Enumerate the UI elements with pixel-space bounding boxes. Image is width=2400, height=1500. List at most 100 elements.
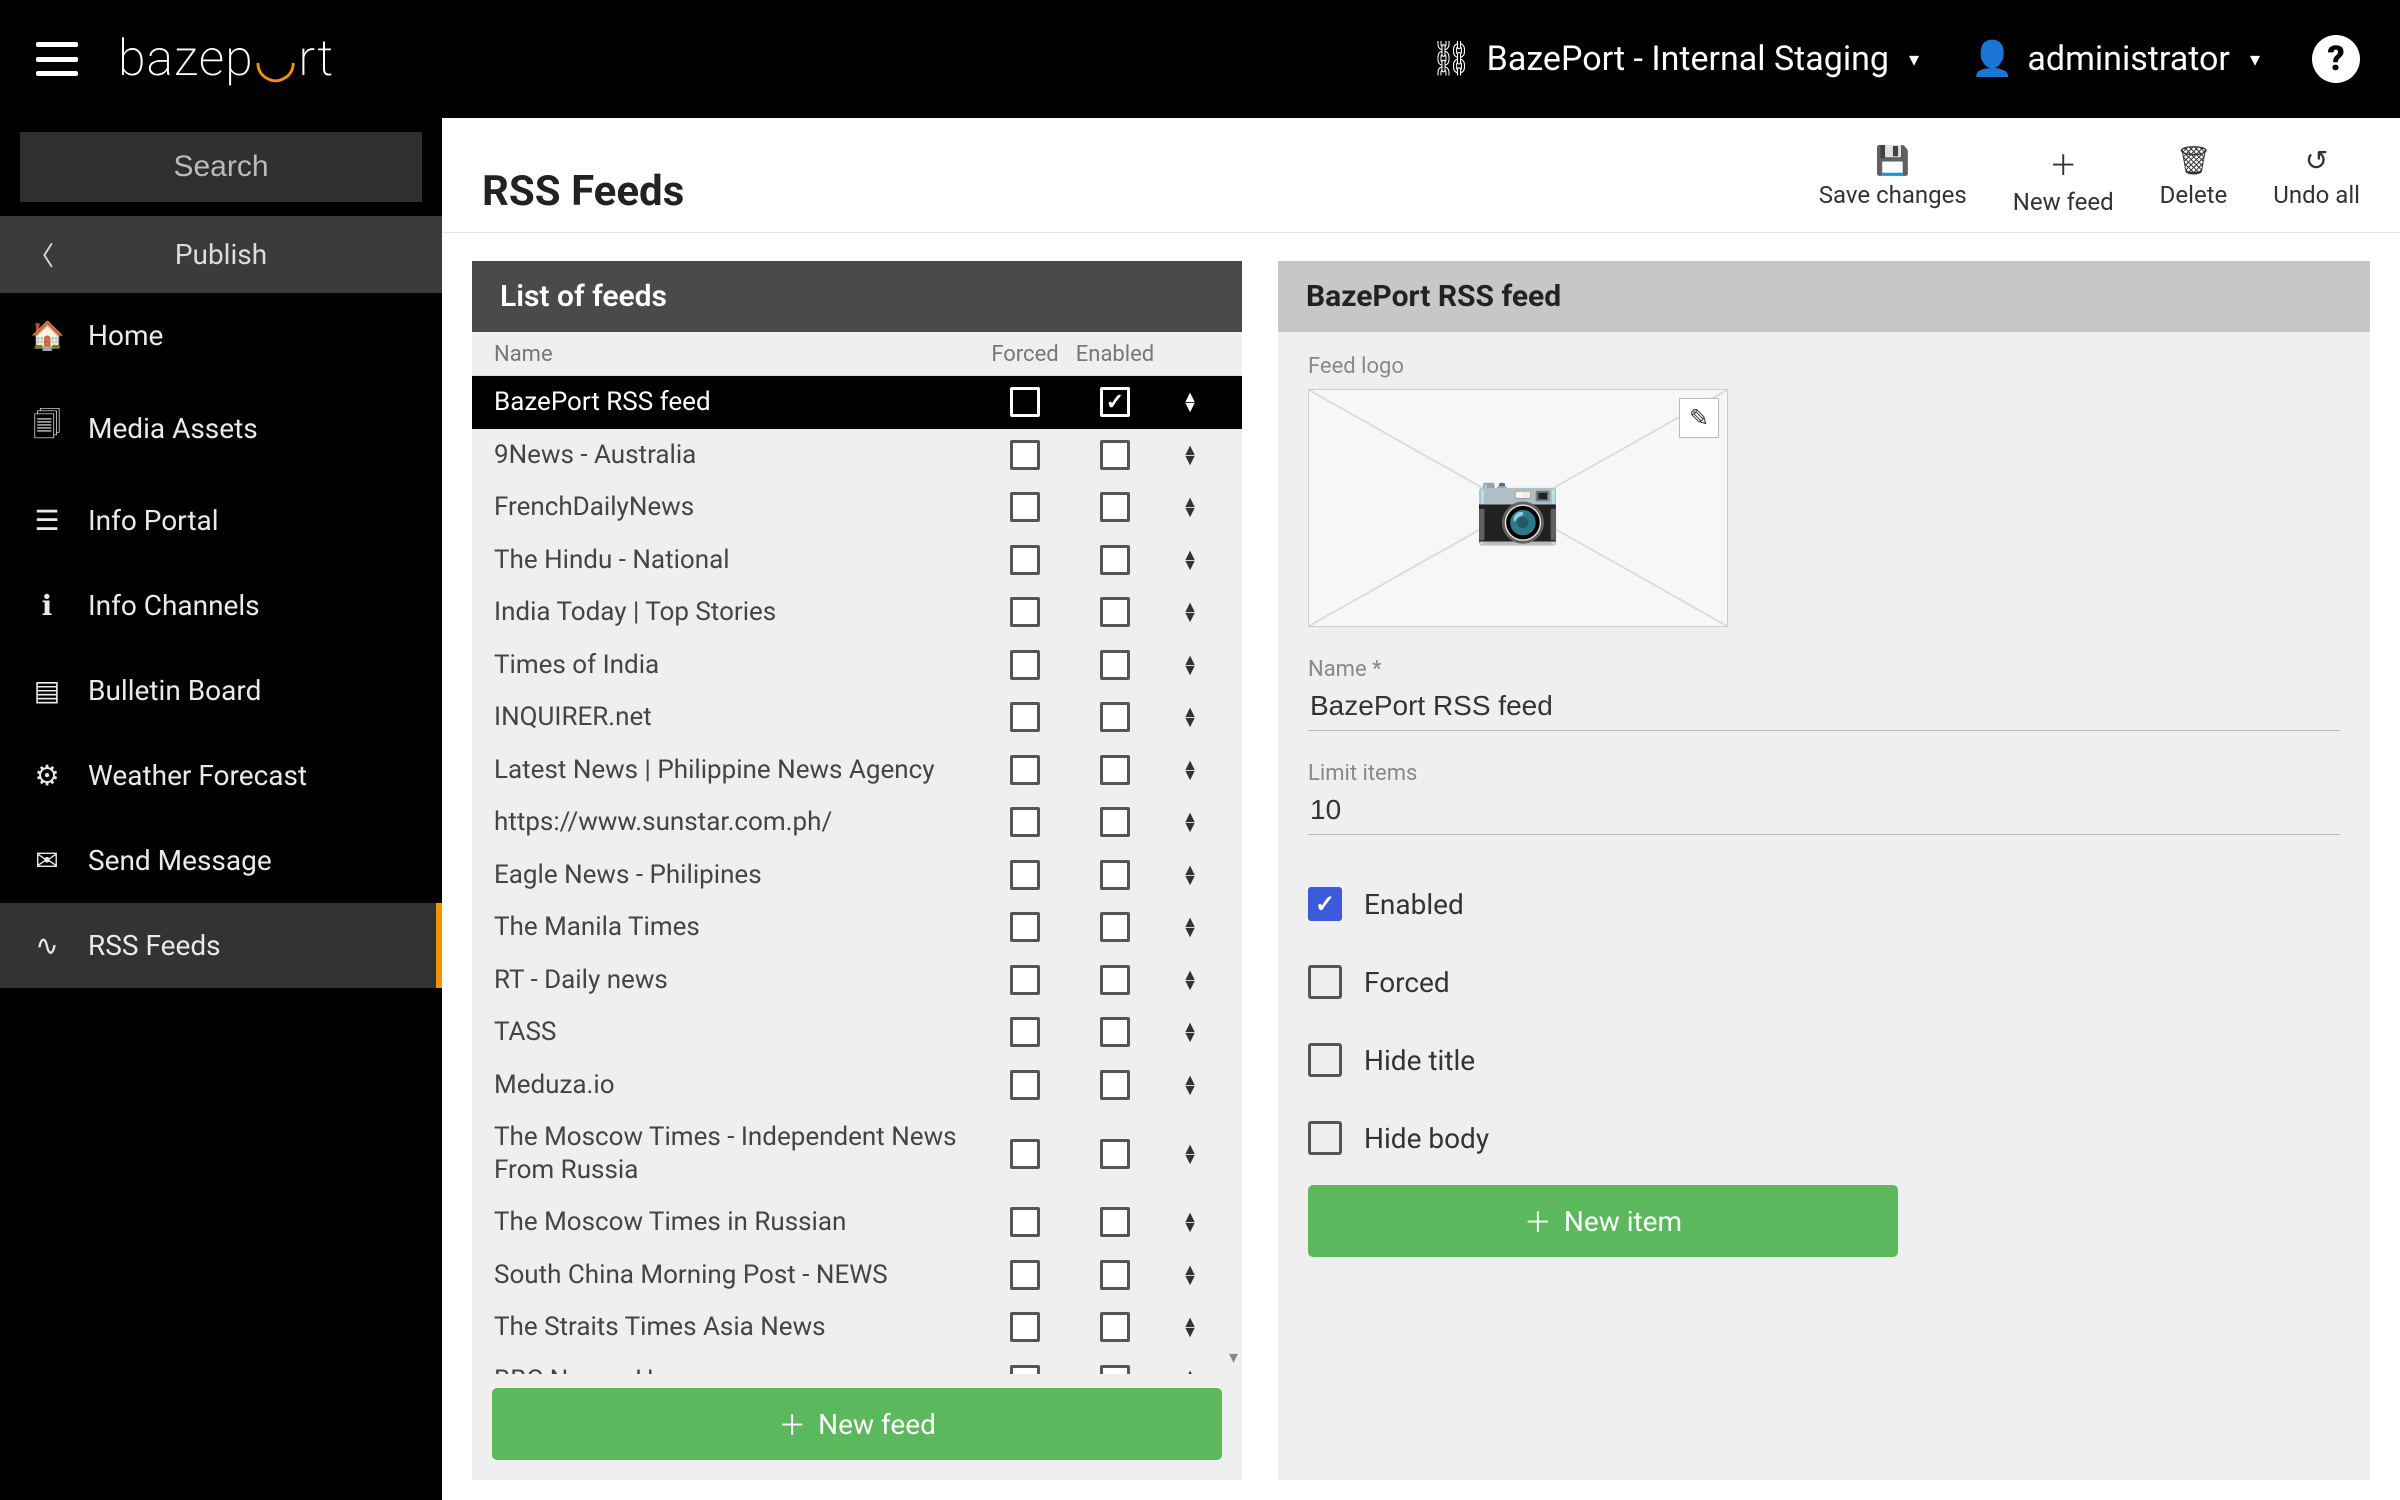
drag-handle-icon[interactable]: ▲▼ — [1160, 1075, 1220, 1095]
drag-handle-icon[interactable]: ▲▼ — [1160, 655, 1220, 675]
edit-logo-button[interactable]: ✎ — [1679, 398, 1719, 438]
forced-checkbox[interactable] — [1010, 387, 1040, 417]
feed-row[interactable]: TASS▲▼ — [472, 1006, 1242, 1059]
undo-all-button[interactable]: ↺ Undo all — [2273, 144, 2360, 216]
enabled-checkbox[interactable] — [1100, 912, 1130, 942]
enabled-checkbox[interactable] — [1308, 887, 1342, 921]
drag-handle-icon[interactable]: ▲▼ — [1160, 917, 1220, 937]
feed-row[interactable]: South China Morning Post - NEWS▲▼ — [472, 1249, 1242, 1302]
forced-checkbox[interactable] — [1010, 1260, 1040, 1290]
forced-checkbox[interactable] — [1010, 702, 1040, 732]
drag-handle-icon[interactable]: ▲▼ — [1160, 1144, 1220, 1164]
drag-handle-icon[interactable]: ▲▼ — [1160, 707, 1220, 727]
feed-row[interactable]: FrenchDailyNews▲▼ — [472, 481, 1242, 534]
enabled-checkbox[interactable] — [1100, 807, 1130, 837]
enabled-checkbox[interactable] — [1100, 440, 1130, 470]
forced-checkbox[interactable] — [1010, 545, 1040, 575]
forced-checkbox[interactable] — [1010, 755, 1040, 785]
enabled-checkbox[interactable] — [1100, 1017, 1130, 1047]
feed-row[interactable]: INQUIRER.net▲▼ — [472, 691, 1242, 744]
search-input[interactable] — [20, 132, 422, 202]
site-switcher[interactable]: ⛓ BazePort - Internal Staging ▾ — [1429, 39, 1919, 79]
feed-row[interactable]: Latest News | Philippine News Agency▲▼ — [472, 744, 1242, 797]
limit-field[interactable] — [1308, 786, 2340, 835]
feed-row[interactable]: Meduza.io▲▼ — [472, 1059, 1242, 1112]
feed-row[interactable]: Times of India▲▼ — [472, 639, 1242, 692]
hide-body-checkbox[interactable] — [1308, 1121, 1342, 1155]
enabled-checkbox[interactable] — [1100, 387, 1130, 417]
drag-handle-icon[interactable]: ▲▼ — [1160, 865, 1220, 885]
save-button[interactable]: 💾 Save changes — [1819, 144, 1967, 216]
drag-handle-icon[interactable]: ▲▼ — [1160, 1317, 1220, 1337]
feeds-scroll[interactable]: BazePort RSS feed▲▼9News - Australia▲▼Fr… — [472, 376, 1242, 1374]
forced-checkbox[interactable] — [1010, 912, 1040, 942]
feed-row[interactable]: RT - Daily news▲▼ — [472, 954, 1242, 1007]
sidebar-item-bulletin-board[interactable]: ▤Bulletin Board — [0, 648, 442, 733]
enabled-checkbox[interactable] — [1100, 650, 1130, 680]
forced-checkbox[interactable] — [1010, 1017, 1040, 1047]
feed-row[interactable]: https://www.sunstar.com.ph/▲▼ — [472, 796, 1242, 849]
forced-checkbox[interactable] — [1010, 597, 1040, 627]
enabled-checkbox[interactable] — [1100, 1312, 1130, 1342]
drag-handle-icon[interactable]: ▲▼ — [1160, 1370, 1220, 1374]
user-menu[interactable]: 👤 administrator ▾ — [1971, 39, 2260, 79]
forced-checkbox[interactable] — [1010, 650, 1040, 680]
enabled-checkbox[interactable] — [1100, 965, 1130, 995]
enabled-checkbox[interactable] — [1100, 1207, 1130, 1237]
new-item-button[interactable]: ＋ New item — [1308, 1185, 1898, 1257]
feed-row[interactable]: The Hindu - National▲▼ — [472, 534, 1242, 587]
enabled-checkbox[interactable] — [1100, 860, 1130, 890]
sidebar-item-media-assets[interactable]: 🗐Media Assets — [0, 378, 442, 478]
hide-title-checkbox[interactable] — [1308, 1043, 1342, 1077]
drag-handle-icon[interactable]: ▲▼ — [1160, 602, 1220, 622]
help-icon[interactable]: ? — [2312, 35, 2360, 83]
forced-checkbox[interactable] — [1010, 1070, 1040, 1100]
delete-button[interactable]: 🗑 Delete — [2160, 144, 2228, 216]
forced-checkbox[interactable] — [1010, 965, 1040, 995]
name-field[interactable] — [1308, 682, 2340, 731]
feed-row[interactable]: BazePort RSS feed▲▼ — [472, 376, 1242, 429]
drag-handle-icon[interactable]: ▲▼ — [1160, 1265, 1220, 1285]
feed-row[interactable]: 9News - Australia▲▼ — [472, 429, 1242, 482]
drag-handle-icon[interactable]: ▲▼ — [1160, 1212, 1220, 1232]
enabled-checkbox[interactable] — [1100, 702, 1130, 732]
sidebar-item-send-message[interactable]: ✉Send Message — [0, 818, 442, 903]
new-feed-list-button[interactable]: ＋ New feed — [492, 1388, 1222, 1460]
drag-handle-icon[interactable]: ▲▼ — [1160, 392, 1220, 412]
drag-handle-icon[interactable]: ▲▼ — [1160, 970, 1220, 990]
enabled-checkbox[interactable] — [1100, 492, 1130, 522]
sidebar-item-info-channels[interactable]: ℹInfo Channels — [0, 563, 442, 648]
forced-checkbox[interactable] — [1010, 440, 1040, 470]
enabled-checkbox[interactable] — [1100, 1260, 1130, 1290]
sidebar-item-rss-feeds[interactable]: ∿RSS Feeds — [0, 903, 442, 988]
drag-handle-icon[interactable]: ▲▼ — [1160, 812, 1220, 832]
sidebar-item-weather-forecast[interactable]: ⚙Weather Forecast — [0, 733, 442, 818]
sidebar-section-publish[interactable]: 〈 Publish — [0, 216, 442, 293]
menu-icon[interactable] — [36, 42, 78, 76]
drag-handle-icon[interactable]: ▲▼ — [1160, 445, 1220, 465]
forced-checkbox[interactable] — [1010, 1312, 1040, 1342]
forced-checkbox[interactable] — [1010, 807, 1040, 837]
enabled-checkbox[interactable] — [1100, 545, 1130, 575]
feed-row[interactable]: The Moscow Times in Russian▲▼ — [472, 1196, 1242, 1249]
feed-row[interactable]: The Straits Times Asia News▲▼ — [472, 1301, 1242, 1354]
forced-checkbox[interactable] — [1308, 965, 1342, 999]
feed-row[interactable]: Eagle News - Philipines▲▼ — [472, 849, 1242, 902]
forced-checkbox[interactable] — [1010, 1365, 1040, 1374]
forced-checkbox[interactable] — [1010, 860, 1040, 890]
enabled-checkbox[interactable] — [1100, 1365, 1130, 1374]
feed-row[interactable]: The Manila Times▲▼ — [472, 901, 1242, 954]
enabled-checkbox[interactable] — [1100, 1070, 1130, 1100]
enabled-checkbox[interactable] — [1100, 597, 1130, 627]
enabled-checkbox[interactable] — [1100, 755, 1130, 785]
drag-handle-icon[interactable]: ▲▼ — [1160, 550, 1220, 570]
feed-row[interactable]: The Moscow Times - Independent News From… — [472, 1111, 1242, 1196]
forced-checkbox[interactable] — [1010, 1139, 1040, 1169]
enabled-checkbox[interactable] — [1100, 1139, 1130, 1169]
feed-row[interactable]: India Today | Top Stories▲▼ — [472, 586, 1242, 639]
drag-handle-icon[interactable]: ▲▼ — [1160, 497, 1220, 517]
sidebar-item-info-portal[interactable]: ☰Info Portal — [0, 478, 442, 563]
drag-handle-icon[interactable]: ▲▼ — [1160, 1022, 1220, 1042]
forced-checkbox[interactable] — [1010, 492, 1040, 522]
forced-checkbox[interactable] — [1010, 1207, 1040, 1237]
